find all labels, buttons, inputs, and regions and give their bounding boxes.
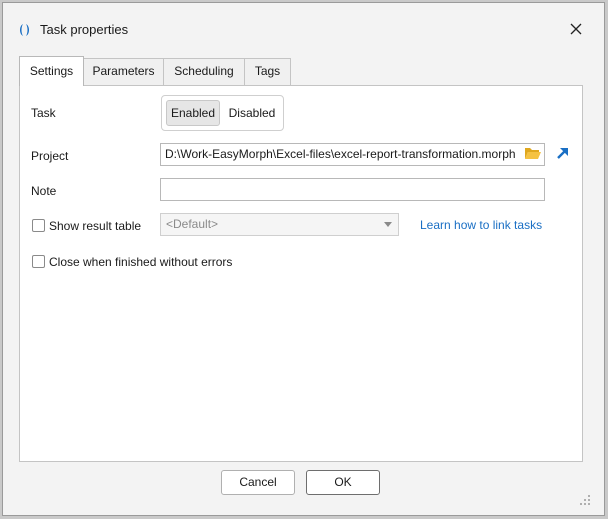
tab-scheduling[interactable]: Scheduling bbox=[163, 58, 245, 85]
settings-panel: Task Enabled Disabled Project D:\Work-Ea… bbox=[19, 85, 583, 462]
close-when-finished-label: Close when finished without errors bbox=[49, 255, 233, 269]
project-path-field[interactable]: D:\Work-EasyMorph\Excel-files\excel-repo… bbox=[160, 143, 545, 166]
project-label: Project bbox=[31, 149, 69, 163]
ok-button[interactable]: OK bbox=[306, 470, 380, 495]
tab-tags[interactable]: Tags bbox=[244, 58, 291, 85]
result-table-combo-value: <Default> bbox=[166, 217, 219, 231]
show-result-table-checkbox[interactable] bbox=[32, 219, 45, 232]
cancel-button[interactable]: Cancel bbox=[221, 470, 295, 495]
note-label: Note bbox=[31, 184, 57, 198]
easymorph-logo-icon bbox=[20, 24, 29, 36]
task-properties-dialog: Task properties Settings Parameters Sche… bbox=[2, 2, 605, 516]
chevron-down-icon bbox=[384, 222, 392, 227]
task-state-toggle: Enabled Disabled bbox=[161, 95, 284, 131]
close-when-finished-checkbox[interactable] bbox=[32, 255, 45, 268]
tab-settings[interactable]: Settings bbox=[19, 56, 84, 86]
disabled-button[interactable]: Disabled bbox=[224, 100, 280, 126]
learn-link-tasks-link[interactable]: Learn how to link tasks bbox=[420, 218, 542, 232]
result-table-combo[interactable]: <Default> bbox=[160, 213, 399, 236]
enabled-button[interactable]: Enabled bbox=[166, 100, 220, 126]
arrow-up-left-icon[interactable] bbox=[555, 147, 569, 161]
show-result-table-label: Show result table bbox=[49, 219, 142, 233]
tab-parameters[interactable]: Parameters bbox=[83, 58, 164, 85]
task-label: Task bbox=[31, 106, 56, 120]
resize-grip-icon[interactable] bbox=[579, 494, 591, 506]
close-icon[interactable] bbox=[566, 19, 586, 39]
window-title: Task properties bbox=[40, 22, 129, 37]
note-field[interactable] bbox=[160, 178, 545, 201]
folder-open-icon[interactable] bbox=[524, 146, 542, 161]
title-bar: Task properties bbox=[3, 3, 604, 45]
